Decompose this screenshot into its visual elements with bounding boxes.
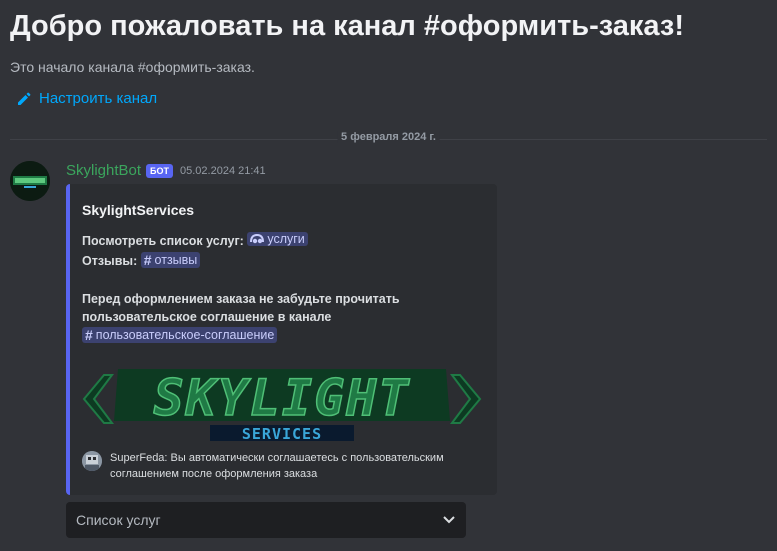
message-timestamp: 05.02.2024 21:41 — [180, 164, 266, 177]
bot-badge: БОТ — [146, 163, 174, 178]
agreement-channel-mention[interactable]: # пользовательское-соглашение — [82, 327, 278, 343]
select-placeholder: Список услуг — [76, 512, 161, 528]
message-embed: SkylightServices Посмотреть список услуг… — [66, 184, 497, 495]
logo-subtext: SERVICES — [242, 425, 322, 443]
hash-icon: # — [85, 327, 93, 343]
embed-notice-line-1: Перед оформлением заказа не забудьте про… — [82, 292, 400, 306]
setup-channel-label: Настроить канал — [39, 90, 158, 107]
pencil-icon — [18, 92, 31, 105]
author-name[interactable]: SkylightBot — [66, 162, 141, 179]
welcome-subtitle: Это начало канала #оформить-заказ. — [10, 59, 255, 75]
chevron-down-icon — [443, 516, 455, 524]
footer-text: SuperFeda: Вы автоматически соглашаетесь… — [110, 450, 444, 482]
embed-title: SkylightServices — [82, 202, 195, 218]
voice-channel-icon — [250, 233, 265, 244]
avatar[interactable] — [10, 161, 50, 201]
date-divider-label: 5 февраля 2024 г. — [337, 131, 440, 143]
embed-line-services: Посмотреть список услуг: услуги — [82, 232, 308, 248]
footer-text-line-1: SuperFeda: Вы автоматически соглашаетесь… — [110, 452, 444, 464]
services-channel-mention[interactable]: услуги — [247, 232, 308, 246]
hash-icon: # — [143, 252, 152, 268]
services-select-menu[interactable]: Список услуг — [66, 502, 466, 538]
embed-notice-line-2: пользовательское соглашение в канале — [82, 310, 332, 324]
embed-notice-line-3: # пользовательское-соглашение — [82, 327, 278, 343]
footer-avatar — [82, 451, 102, 471]
agreement-mention-label: пользовательское-соглашение — [95, 328, 275, 342]
setup-channel-link[interactable]: Настроить канал — [16, 90, 157, 107]
footer-text-line-2: соглашением после оформления заказа — [110, 468, 318, 480]
welcome-title: Добро пожаловать на канал #оформить-зака… — [10, 10, 684, 42]
logo-text: SKYLIGHT — [154, 369, 411, 427]
reviews-mention-label: отзывы — [154, 253, 198, 267]
date-divider: 5 февраля 2024 г. — [10, 131, 767, 143]
message-author-line: SkylightBot БОТ 05.02.2024 21:41 — [66, 162, 266, 179]
embed-footer: SuperFeda: Вы автоматически соглашаетесь… — [82, 450, 482, 482]
services-mention-label: услуги — [267, 232, 305, 246]
reviews-prefix: Отзывы: — [82, 254, 138, 268]
reviews-channel-mention[interactable]: # отзывы — [140, 252, 201, 268]
embed-image[interactable]: SKYLIGHT SERVICES — [82, 361, 482, 443]
services-prefix: Посмотреть список услуг: — [82, 234, 244, 248]
embed-line-reviews: Отзывы: # отзывы — [82, 252, 201, 268]
